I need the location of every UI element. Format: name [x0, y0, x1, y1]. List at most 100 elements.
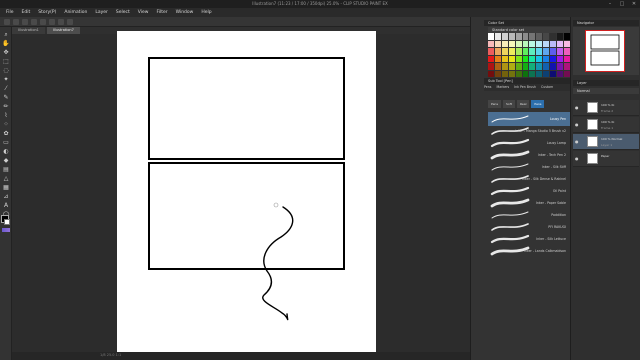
color-swatch[interactable]	[501, 48, 508, 55]
gradient-icon[interactable]: ▤	[2, 166, 10, 174]
color-swatch[interactable]	[536, 55, 543, 62]
eye-icon[interactable]: ●	[575, 139, 580, 144]
color-swatch[interactable]	[543, 55, 550, 62]
color-swatch[interactable]	[522, 33, 529, 40]
layer-blend-mode[interactable]: Normal	[573, 88, 639, 94]
brush-icon[interactable]: ⌇	[2, 112, 10, 120]
minimize-icon[interactable]: –	[604, 0, 616, 8]
color-swatch[interactable]	[494, 33, 501, 40]
color-swatch[interactable]	[536, 70, 543, 77]
color-swatch[interactable]	[488, 55, 494, 62]
pencil-icon[interactable]: ✏	[2, 103, 10, 111]
figure-icon[interactable]: △	[2, 175, 10, 183]
eye-icon[interactable]: ●	[575, 105, 580, 110]
color-swatch[interactable]	[557, 40, 564, 47]
color-swatch[interactable]	[529, 70, 536, 77]
color-set-header[interactable]: Color Set	[484, 20, 570, 26]
group-button-pens[interactable]: Pens	[488, 100, 502, 108]
layer-header[interactable]: Layer	[573, 80, 639, 86]
eyedropper-icon[interactable]: ⁄	[2, 85, 10, 93]
color-swatch[interactable]	[529, 40, 536, 47]
color-swatch[interactable]	[488, 33, 494, 40]
close-icon[interactable]: ✕	[628, 0, 640, 8]
selection-icon[interactable]: ⬚	[2, 58, 10, 66]
layer-row[interactable]: ● 100 % Normal Layer 1	[573, 134, 639, 150]
color-swatch[interactable]	[529, 48, 536, 55]
color-swatch[interactable]	[494, 63, 501, 70]
color-swatch[interactable]	[508, 33, 515, 40]
navigator-header[interactable]: Navigator	[573, 20, 639, 26]
color-swatch[interactable]	[522, 48, 529, 55]
menu-select[interactable]: Select	[116, 10, 130, 15]
color-swatch[interactable]	[494, 40, 501, 47]
wand-icon[interactable]: ✦	[2, 76, 10, 84]
color-swatch[interactable]	[508, 48, 515, 55]
color-swatch[interactable]	[508, 40, 515, 47]
color-swatch[interactable]	[488, 48, 494, 55]
new-file-icon[interactable]	[4, 18, 10, 25]
color-swatch[interactable]	[494, 70, 501, 77]
color-swatch[interactable]	[529, 33, 536, 40]
color-swatch[interactable]	[508, 70, 515, 77]
decoration-icon[interactable]: ✿	[2, 130, 10, 138]
color-swatch[interactable]	[557, 70, 564, 77]
transform-icon[interactable]	[58, 18, 64, 25]
color-swatch[interactable]	[522, 55, 529, 62]
airbrush-icon[interactable]: ⁘	[2, 121, 10, 129]
menu-view[interactable]: View	[138, 10, 149, 15]
color-swatch[interactable]	[550, 40, 557, 47]
sub-tool-tab-markers[interactable]: Markers	[496, 84, 509, 91]
save-icon[interactable]	[22, 18, 28, 25]
color-swatch[interactable]	[522, 40, 529, 47]
menu-story[interactable]: Story(P)	[38, 10, 56, 15]
color-swatch[interactable]	[515, 48, 522, 55]
menu-help[interactable]: Help	[201, 10, 211, 15]
color-swatch[interactable]	[550, 48, 557, 55]
eye-icon[interactable]: ●	[575, 122, 580, 127]
color-swatch[interactable]	[543, 33, 550, 40]
color-swatch[interactable]	[494, 48, 501, 55]
color-swatch[interactable]	[557, 33, 564, 40]
eye-icon[interactable]: ●	[575, 156, 580, 161]
color-swatch[interactable]	[536, 48, 543, 55]
group-button-real[interactable]: Real	[516, 100, 530, 108]
color-swatch[interactable]	[515, 40, 522, 47]
menu-filter[interactable]: Filter	[156, 10, 167, 15]
pen-icon[interactable]: ✎	[2, 94, 10, 102]
menu-edit[interactable]: Edit	[22, 10, 31, 15]
menu-file[interactable]: File	[6, 10, 14, 15]
color-swatch[interactable]	[501, 40, 508, 47]
move-icon[interactable]: ✥	[2, 49, 10, 57]
eraser-icon[interactable]: ▭	[2, 139, 10, 147]
open-file-icon[interactable]	[13, 18, 19, 25]
redo-icon[interactable]	[40, 18, 46, 25]
sub-tool-tab-inkpen[interactable]: Ink Pen Brush	[514, 84, 536, 91]
group-button-soft[interactable]: Soft	[503, 100, 515, 108]
color-swatch[interactable]	[508, 63, 515, 70]
sub-tool-tab-pens[interactable]: Pens	[484, 84, 491, 91]
color-swatch[interactable]	[501, 63, 508, 70]
color-swatch[interactable]	[501, 55, 508, 62]
color-swatch[interactable]	[536, 63, 543, 70]
undo-icon[interactable]	[31, 18, 37, 25]
color-swatch[interactable]	[508, 55, 515, 62]
color-swatch[interactable]	[557, 48, 564, 55]
color-swatch[interactable]	[536, 33, 543, 40]
fill-icon[interactable]: ◆	[2, 157, 10, 165]
menu-animation[interactable]: Animation	[64, 10, 87, 15]
layer-row[interactable]: ● 100 % Ki Frame 2	[573, 100, 639, 116]
color-swatch[interactable]	[529, 55, 536, 62]
menu-window[interactable]: Window	[176, 10, 194, 15]
color-swatch[interactable]	[550, 33, 557, 40]
color-swatch[interactable]	[522, 70, 529, 77]
color-swatch[interactable]	[543, 63, 550, 70]
color-swatch[interactable]	[488, 40, 494, 47]
hand-icon[interactable]: ✋	[2, 40, 10, 48]
ruler-icon[interactable]: ⊿	[2, 193, 10, 201]
maximize-icon[interactable]: □	[616, 0, 628, 8]
color-swatch[interactable]	[501, 70, 508, 77]
clear-icon[interactable]	[49, 18, 55, 25]
color-swatch[interactable]	[515, 55, 522, 62]
color-swatch[interactable]	[543, 70, 550, 77]
color-swatch[interactable]	[529, 63, 536, 70]
